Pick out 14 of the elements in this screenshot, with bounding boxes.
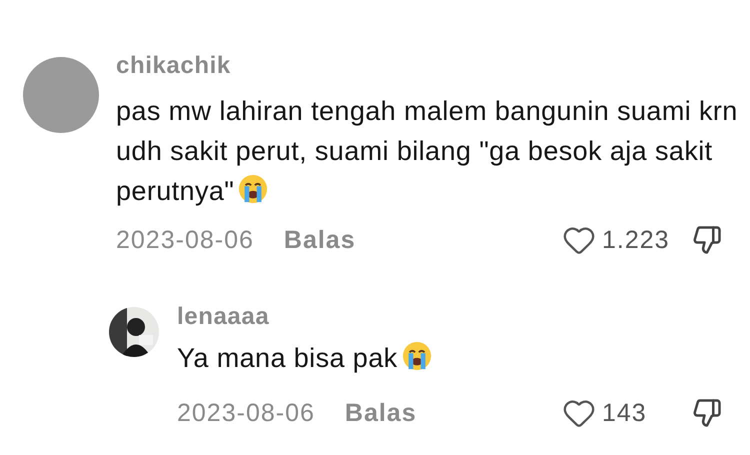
reply-link[interactable]: Balas	[284, 225, 356, 255]
username[interactable]: chikachik	[116, 52, 231, 80]
dislike-icon[interactable]	[692, 225, 722, 255]
crying-face-icon	[238, 174, 268, 204]
comment-text: Ya mana bisa pak	[177, 338, 750, 378]
reply-link[interactable]: Balas	[344, 398, 417, 428]
crying-face-icon	[402, 341, 432, 371]
comment-date: 2023-08-06	[116, 225, 254, 255]
like-count: 1.223	[602, 225, 671, 255]
username[interactable]: lenaaaa	[177, 303, 270, 331]
comment-date: 2023-08-06	[177, 398, 315, 428]
like-count: 143	[602, 398, 648, 428]
comment-text: pas mw lahiran tengah malem bangunin suami krn udh sakit perut, suami bilang "ga besok aja sakit perutnya"	[116, 95, 739, 208]
dislike-icon[interactable]	[692, 398, 722, 428]
